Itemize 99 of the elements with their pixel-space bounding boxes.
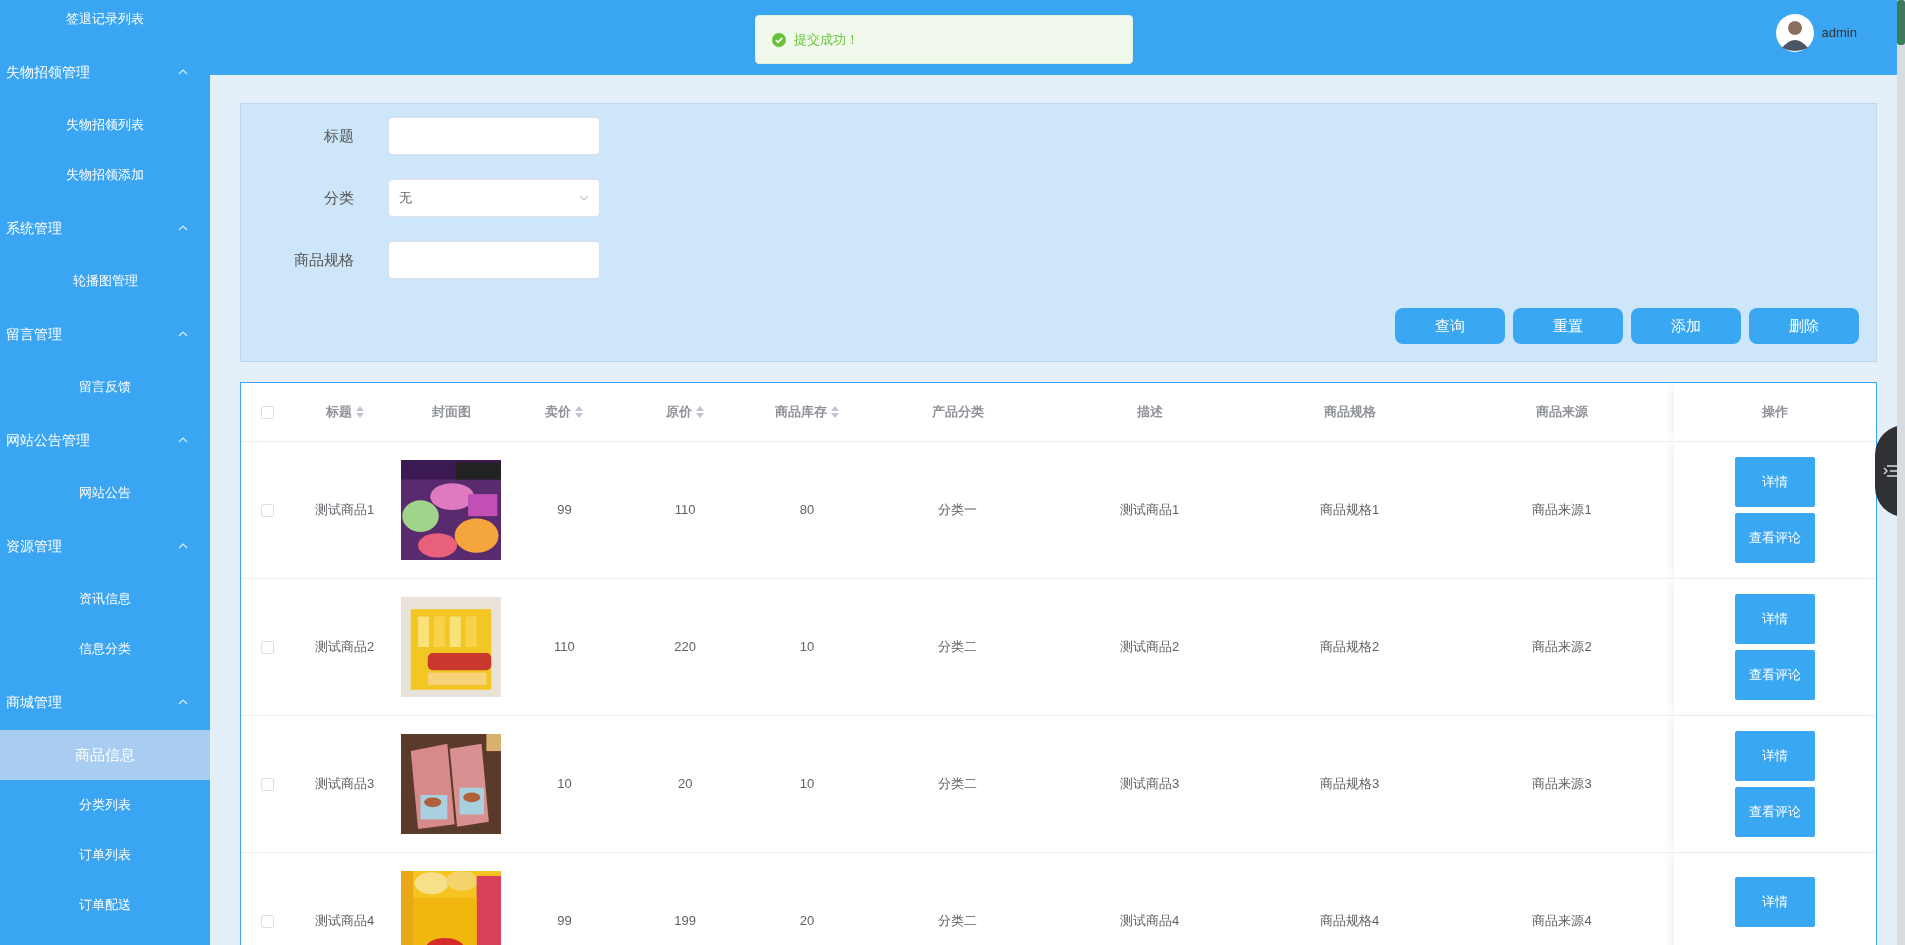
toast-message: 提交成功！ <box>794 30 859 49</box>
table-cell: 分类二 <box>938 912 978 928</box>
sidebar-item[interactable]: 失物招领列表 <box>0 100 210 150</box>
sidebar-group[interactable]: 留言管理 <box>0 306 210 362</box>
group-label: 系统管理 <box>6 218 62 238</box>
check-circle-icon <box>772 32 786 47</box>
table-cell: 测试商品3 <box>315 775 375 791</box>
row-action-button[interactable]: 详情 <box>1734 456 1815 507</box>
column-header: 描述 <box>1136 403 1163 421</box>
table-cell: 测试商品2 <box>1119 638 1180 654</box>
sidebar-item[interactable]: 订单列表 <box>0 830 210 880</box>
table-cell: 商品规格3 <box>1320 775 1380 791</box>
row-checkbox[interactable] <box>260 503 274 517</box>
sort-icon[interactable] <box>355 405 364 418</box>
action-button[interactable]: 添加 <box>1631 308 1741 344</box>
sort-icon[interactable] <box>575 405 584 418</box>
row-action-button[interactable]: 查看评论 <box>1734 649 1815 700</box>
sidebar-group[interactable]: 商城管理 <box>0 674 210 730</box>
select-all-checkbox[interactable] <box>260 406 274 420</box>
row-action-button[interactable]: 详情 <box>1734 730 1815 781</box>
table-cell: 99 <box>557 912 572 928</box>
column-header[interactable]: 标题 <box>325 402 352 422</box>
sidebar-item[interactable]: 签退记录列表 <box>0 0 210 44</box>
column-header: 产品分类 <box>931 403 984 421</box>
column-header: 商品来源 <box>1536 403 1588 421</box>
sidebar-group[interactable]: 系统管理 <box>0 200 210 256</box>
sidebar-item[interactable]: 订单配送 <box>0 880 210 930</box>
sort-icon[interactable] <box>696 405 705 418</box>
sidebar-item[interactable]: 留言反馈 <box>0 362 210 412</box>
group-label: 资源管理 <box>6 536 62 556</box>
table-cell: 商品来源2 <box>1532 638 1592 654</box>
column-header: 封面图 <box>431 403 471 421</box>
avatar-icon[interactable] <box>1775 14 1814 52</box>
table-cell: 99 <box>557 501 572 517</box>
column-header: 商品规格 <box>1323 403 1376 421</box>
table-cell: 商品来源4 <box>1532 912 1592 928</box>
sidebar-item[interactable]: 商品信息 <box>0 730 210 780</box>
table-cell: 商品来源3 <box>1532 775 1592 791</box>
sidebar-item[interactable]: 资讯信息 <box>0 574 210 624</box>
table-cell: 20 <box>799 912 815 928</box>
chevron-down-icon <box>579 195 589 201</box>
table-cell: 分类一 <box>938 501 978 517</box>
field-label: 标题 <box>323 125 355 146</box>
table-cell: 220 <box>674 638 697 654</box>
table-cell: 80 <box>799 501 815 517</box>
action-button[interactable]: 删除 <box>1749 308 1859 344</box>
sidebar-group[interactable]: 资源管理 <box>0 518 210 574</box>
row-action-button[interactable]: 详情 <box>1734 593 1815 644</box>
sidebar-item[interactable]: 失物招领添加 <box>0 150 210 200</box>
sidebar-item[interactable]: 网站公告 <box>0 468 210 518</box>
table-cell: 测试商品1 <box>315 501 375 517</box>
table-cell: 测试商品3 <box>1119 775 1180 791</box>
group-label: 留言管理 <box>6 324 62 344</box>
table-cell: 110 <box>674 501 696 517</box>
row-action-button[interactable]: 查看评论 <box>1734 786 1815 837</box>
field-label: 分类 <box>323 187 355 208</box>
input-field[interactable] <box>388 117 600 155</box>
sidebar-item[interactable]: 分类列表 <box>0 780 210 830</box>
menu-icon <box>1883 465 1897 477</box>
action-button[interactable]: 查询 <box>1395 308 1505 344</box>
user-name[interactable]: admin <box>1821 23 1857 43</box>
column-header: 操作 <box>1761 403 1788 421</box>
table-cell: 110 <box>554 638 575 654</box>
table-cell: 商品规格2 <box>1320 638 1380 654</box>
sidebar-group[interactable]: 网站公告管理 <box>0 412 210 468</box>
table-cell: 20 <box>677 775 693 791</box>
table-cell: 商品规格4 <box>1320 912 1380 928</box>
column-header[interactable]: 商品库存 <box>774 402 827 422</box>
table-cell: 199 <box>674 912 697 928</box>
table-cell: 测试商品4 <box>1119 912 1180 928</box>
group-label: 商城管理 <box>6 692 62 712</box>
select-field[interactable]: 无 <box>388 179 600 217</box>
row-action-button[interactable]: 查看评论 <box>1734 512 1815 563</box>
sidebar-item[interactable]: 信息分类 <box>0 624 210 674</box>
action-button[interactable]: 重置 <box>1513 308 1623 344</box>
table-cell: 测试商品2 <box>315 638 375 654</box>
sidebar-group[interactable]: 失物招领管理 <box>0 44 210 100</box>
row-checkbox[interactable] <box>260 777 274 791</box>
table-cell: 测试商品4 <box>315 912 375 928</box>
scrollbar[interactable] <box>1897 0 1905 945</box>
table-cell: 10 <box>799 775 815 791</box>
sort-icon[interactable] <box>830 405 839 418</box>
table-cell: 测试商品1 <box>1119 501 1180 517</box>
sidebar-item[interactable]: 轮播图管理 <box>0 256 210 306</box>
group-label: 网站公告管理 <box>6 430 90 450</box>
column-header[interactable]: 原价 <box>666 402 693 422</box>
input-field[interactable] <box>388 241 600 279</box>
row-checkbox[interactable] <box>260 640 274 654</box>
column-header[interactable]: 卖价 <box>545 402 572 422</box>
table-cell: 10 <box>799 638 815 654</box>
table-cell: 商品规格1 <box>1320 501 1380 517</box>
field-label: 商品规格 <box>293 249 355 270</box>
table-cell: 分类二 <box>938 775 978 791</box>
table-cell: 分类二 <box>938 638 978 654</box>
row-checkbox[interactable] <box>260 914 274 928</box>
table-cell: 10 <box>557 775 572 791</box>
group-label: 失物招领管理 <box>6 62 90 82</box>
table-cell: 商品来源1 <box>1532 501 1592 517</box>
row-action-button[interactable]: 详情 <box>1734 876 1815 927</box>
